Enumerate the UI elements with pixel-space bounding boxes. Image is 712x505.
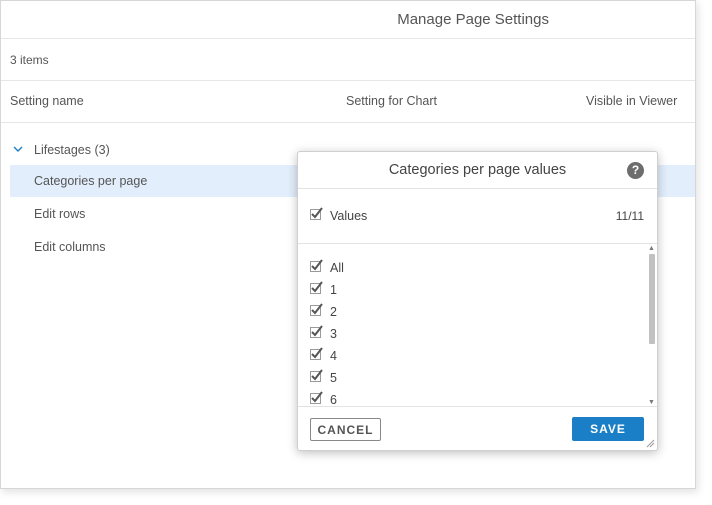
item-checkbox[interactable] [310,259,323,272]
item-label: 2 [330,305,337,319]
values-select-all-row: Values 11/11 [298,189,657,244]
item-checkbox[interactable] [310,325,323,338]
item-label: 4 [330,349,337,363]
item-checkbox[interactable] [310,369,323,382]
values-checkbox[interactable] [310,207,323,220]
item-label: 6 [330,393,337,407]
checkmark-icon [311,391,323,403]
help-icon[interactable]: ? [627,162,644,179]
column-header-row: Setting name Setting for Chart Visible i… [1,81,695,123]
checkmark-icon [311,325,323,337]
column-header-setting-for-chart[interactable]: Setting for Chart [346,94,437,108]
checkmark-icon [311,369,323,381]
values-label: Values [330,209,368,223]
dialog-header: Categories per page values ? [298,152,657,189]
values-list: All 1 2 3 4 5 6 ▲ ▼ [298,244,657,407]
column-header-setting-name[interactable]: Setting name [10,94,84,108]
item-label: 1 [330,283,337,297]
checkmark-icon [311,281,323,293]
item-checkbox[interactable] [310,391,323,404]
checkmark-icon [311,207,323,219]
item-label: 5 [330,371,337,385]
values-count: 11/11 [615,209,644,223]
scrollbar-thumb[interactable] [649,254,655,344]
panel-title: Manage Page Settings [1,1,695,39]
group-label: Lifestages (3) [34,143,110,157]
item-checkbox[interactable] [310,303,323,316]
list-scrollbar[interactable]: ▲ ▼ [647,244,657,406]
resize-handle-icon[interactable] [646,439,655,448]
scroll-up-arrow-icon[interactable]: ▲ [648,245,655,252]
item-checkbox[interactable] [310,347,323,360]
setting-row-label: Edit rows [34,207,86,221]
checkmark-icon [311,259,323,271]
column-header-visible-in-viewer[interactable]: Visible in Viewer [586,94,677,108]
chevron-down-icon[interactable] [12,143,24,155]
item-label: All [330,261,344,275]
dialog-title: Categories per page values [388,162,567,178]
items-count: 3 items [1,39,695,81]
checkmark-icon [311,347,323,359]
item-label: 3 [330,327,337,341]
item-checkbox[interactable] [310,281,323,294]
save-button[interactable]: SAVE [572,417,644,441]
scroll-down-arrow-icon[interactable]: ▼ [648,399,655,406]
cancel-button[interactable]: CANCEL [310,418,381,441]
categories-per-page-dialog: Categories per page values ? Values 11/1… [297,151,658,451]
setting-row-label: Categories per page [34,174,148,188]
checkmark-icon [311,303,323,315]
setting-row-label: Edit columns [34,240,106,254]
